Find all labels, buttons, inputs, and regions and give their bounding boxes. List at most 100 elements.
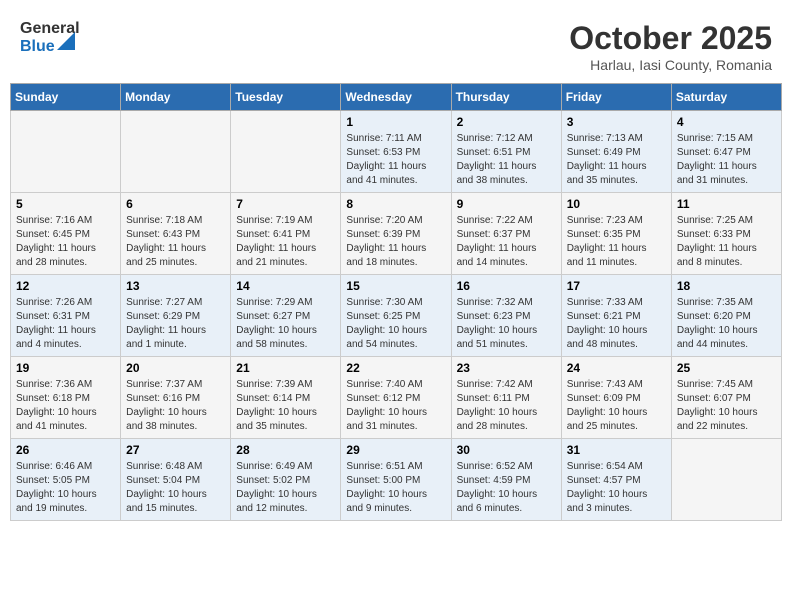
day-info: Sunrise: 7:27 AMSunset: 6:29 PMDaylight:…: [126, 296, 225, 352]
day-number: 24: [567, 361, 666, 375]
day-info: Sunrise: 7:22 AMSunset: 6:37 PMDaylight:…: [457, 214, 556, 270]
day-header-friday: Friday: [561, 84, 671, 111]
calendar-header-row: SundayMondayTuesdayWednesdayThursdayFrid…: [11, 84, 782, 111]
day-number: 8: [346, 197, 445, 211]
day-header-saturday: Saturday: [671, 84, 781, 111]
logo-triangle-icon: [57, 32, 75, 50]
calendar-day-cell: 31Sunrise: 6:54 AMSunset: 4:57 PMDayligh…: [561, 439, 671, 521]
day-info: Sunrise: 7:43 AMSunset: 6:09 PMDaylight:…: [567, 378, 666, 434]
day-info: Sunrise: 7:42 AMSunset: 6:11 PMDaylight:…: [457, 378, 556, 434]
calendar-day-cell: 16Sunrise: 7:32 AMSunset: 6:23 PMDayligh…: [451, 275, 561, 357]
day-header-sunday: Sunday: [11, 84, 121, 111]
month-title: October 2025: [569, 20, 772, 57]
logo-text: General Blue: [20, 20, 80, 56]
calendar-day-cell: 29 Sunrise: 6:51 AMSunset: 5:00 PMDayligh…: [341, 439, 451, 521]
calendar-day-cell: 22 Sunrise: 7:40 AMSunset: 6:12 PMDayligh…: [341, 357, 451, 439]
page-header: General Blue October 2025 Harlau, Iasi C…: [10, 10, 782, 78]
day-number: 22: [346, 361, 445, 375]
calendar-week-row: 1 Sunrise: 7:11 AMSunset: 6:53 PMDaylight…: [11, 111, 782, 193]
day-number: 16: [457, 279, 556, 293]
day-info: Sunrise: 7:45 AMSunset: 6:07 PMDaylight:…: [677, 378, 776, 434]
location-subtitle: Harlau, Iasi County, Romania: [569, 57, 772, 73]
day-number: 23: [457, 361, 556, 375]
day-info: Sunrise: 7:35 AMSunset: 6:20 PMDaylight:…: [677, 296, 776, 352]
calendar-day-cell: [671, 439, 781, 521]
day-info: Sunrise: 6:48 AMSunset: 5:04 PMDaylight:…: [126, 460, 225, 516]
day-number: 1: [346, 115, 445, 129]
title-section: October 2025 Harlau, Iasi County, Romani…: [569, 20, 772, 73]
day-number: 12: [16, 279, 115, 293]
day-number: 19: [16, 361, 115, 375]
day-number: 28: [236, 443, 335, 457]
day-info: Sunrise: 7:33 AMSunset: 6:21 PMDaylight:…: [567, 296, 666, 352]
day-number: 27: [126, 443, 225, 457]
day-number: 7: [236, 197, 335, 211]
calendar-day-cell: 26Sunrise: 6:46 AMSunset: 5:05 PMDayligh…: [11, 439, 121, 521]
day-info: Sunrise: 7:30 AMSunset: 6:25 PMDaylight:…: [346, 296, 445, 352]
calendar-day-cell: 12 Sunrise: 7:26 AMSunset: 6:31 PMDayligh…: [11, 275, 121, 357]
day-info: Sunrise: 6:52 AMSunset: 4:59 PMDaylight:…: [457, 460, 556, 516]
calendar-day-cell: 9 Sunrise: 7:22 AMSunset: 6:37 PMDaylight…: [451, 193, 561, 275]
day-info: Sunrise: 7:26 AMSunset: 6:31 PMDaylight:…: [16, 296, 115, 352]
day-info: Sunrise: 7:29 AMSunset: 6:27 PMDaylight:…: [236, 296, 335, 352]
day-number: 30: [457, 443, 556, 457]
calendar-day-cell: [121, 111, 231, 193]
calendar-day-cell: 23 Sunrise: 7:42 AMSunset: 6:11 PMDayligh…: [451, 357, 561, 439]
calendar-day-cell: 2Sunrise: 7:12 AMSunset: 6:51 PMDaylight…: [451, 111, 561, 193]
day-info: Sunrise: 7:19 AMSunset: 6:41 PMDaylight:…: [236, 214, 335, 270]
calendar-week-row: 19 Sunrise: 7:36 AMSunset: 6:18 PMDayligh…: [11, 357, 782, 439]
calendar-day-cell: [11, 111, 121, 193]
day-number: 9: [457, 197, 556, 211]
calendar-day-cell: 28 Sunrise: 6:49 AMSunset: 5:02 PMDayligh…: [231, 439, 341, 521]
day-number: 26: [16, 443, 115, 457]
day-info: Sunrise: 6:49 AMSunset: 5:02 PMDaylight:…: [236, 460, 335, 516]
day-number: 13: [126, 279, 225, 293]
calendar-day-cell: 15Sunrise: 7:30 AMSunset: 6:25 PMDayligh…: [341, 275, 451, 357]
calendar-day-cell: 30 Sunrise: 6:52 AMSunset: 4:59 PMDayligh…: [451, 439, 561, 521]
calendar-day-cell: 20 Sunrise: 7:37 AMSunset: 6:16 PMDayligh…: [121, 357, 231, 439]
day-number: 17: [567, 279, 666, 293]
calendar-day-cell: 27 Sunrise: 6:48 AMSunset: 5:04 PMDayligh…: [121, 439, 231, 521]
day-number: 10: [567, 197, 666, 211]
day-number: 5: [16, 197, 115, 211]
day-info: Sunrise: 7:40 AMSunset: 6:12 PMDaylight:…: [346, 378, 445, 434]
calendar-day-cell: 8 Sunrise: 7:20 AMSunset: 6:39 PMDaylight…: [341, 193, 451, 275]
day-header-monday: Monday: [121, 84, 231, 111]
calendar-day-cell: 19 Sunrise: 7:36 AMSunset: 6:18 PMDayligh…: [11, 357, 121, 439]
calendar-day-cell: 14 Sunrise: 7:29 AMSunset: 6:27 PMDayligh…: [231, 275, 341, 357]
calendar-day-cell: 21 Sunrise: 7:39 AMSunset: 6:14 PMDayligh…: [231, 357, 341, 439]
day-info: Sunrise: 7:37 AMSunset: 6:16 PMDaylight:…: [126, 378, 225, 434]
day-number: 14: [236, 279, 335, 293]
day-number: 21: [236, 361, 335, 375]
day-info: Sunrise: 7:20 AMSunset: 6:39 PMDaylight:…: [346, 214, 445, 270]
calendar-day-cell: 1 Sunrise: 7:11 AMSunset: 6:53 PMDaylight…: [341, 111, 451, 193]
day-info: Sunrise: 7:11 AMSunset: 6:53 PMDaylight:…: [346, 132, 445, 188]
day-header-thursday: Thursday: [451, 84, 561, 111]
logo-blue: Blue: [20, 38, 55, 56]
day-number: 20: [126, 361, 225, 375]
day-info: Sunrise: 7:13 AMSunset: 6:49 PMDaylight:…: [567, 132, 666, 188]
day-info: Sunrise: 7:23 AMSunset: 6:35 PMDaylight:…: [567, 214, 666, 270]
day-info: Sunrise: 7:36 AMSunset: 6:18 PMDaylight:…: [16, 378, 115, 434]
calendar-week-row: 12 Sunrise: 7:26 AMSunset: 6:31 PMDayligh…: [11, 275, 782, 357]
day-info: Sunrise: 7:15 AMSunset: 6:47 PMDaylight:…: [677, 132, 776, 188]
calendar-day-cell: 13 Sunrise: 7:27 AMSunset: 6:29 PMDayligh…: [121, 275, 231, 357]
day-info: Sunrise: 7:25 AMSunset: 6:33 PMDaylight:…: [677, 214, 776, 270]
calendar-day-cell: 25 Sunrise: 7:45 AMSunset: 6:07 PMDayligh…: [671, 357, 781, 439]
day-info: Sunrise: 7:39 AMSunset: 6:14 PMDaylight:…: [236, 378, 335, 434]
calendar-day-cell: 11Sunrise: 7:25 AMSunset: 6:33 PMDayligh…: [671, 193, 781, 275]
day-number: 2: [457, 115, 556, 129]
day-info: Sunrise: 7:18 AMSunset: 6:43 PMDaylight:…: [126, 214, 225, 270]
day-number: 29: [346, 443, 445, 457]
logo: General Blue: [20, 20, 80, 56]
day-info: Sunrise: 6:51 AMSunset: 5:00 PMDaylight:…: [346, 460, 445, 516]
day-info: Sunrise: 7:16 AMSunset: 6:45 PMDaylight:…: [16, 214, 115, 270]
calendar-day-cell: 3Sunrise: 7:13 AMSunset: 6:49 PMDaylight…: [561, 111, 671, 193]
calendar-day-cell: 18Sunrise: 7:35 AMSunset: 6:20 PMDayligh…: [671, 275, 781, 357]
calendar-table: SundayMondayTuesdayWednesdayThursdayFrid…: [10, 83, 782, 521]
calendar-day-cell: [231, 111, 341, 193]
day-info: Sunrise: 6:54 AMSunset: 4:57 PMDaylight:…: [567, 460, 666, 516]
day-number: 25: [677, 361, 776, 375]
day-number: 6: [126, 197, 225, 211]
day-header-wednesday: Wednesday: [341, 84, 451, 111]
